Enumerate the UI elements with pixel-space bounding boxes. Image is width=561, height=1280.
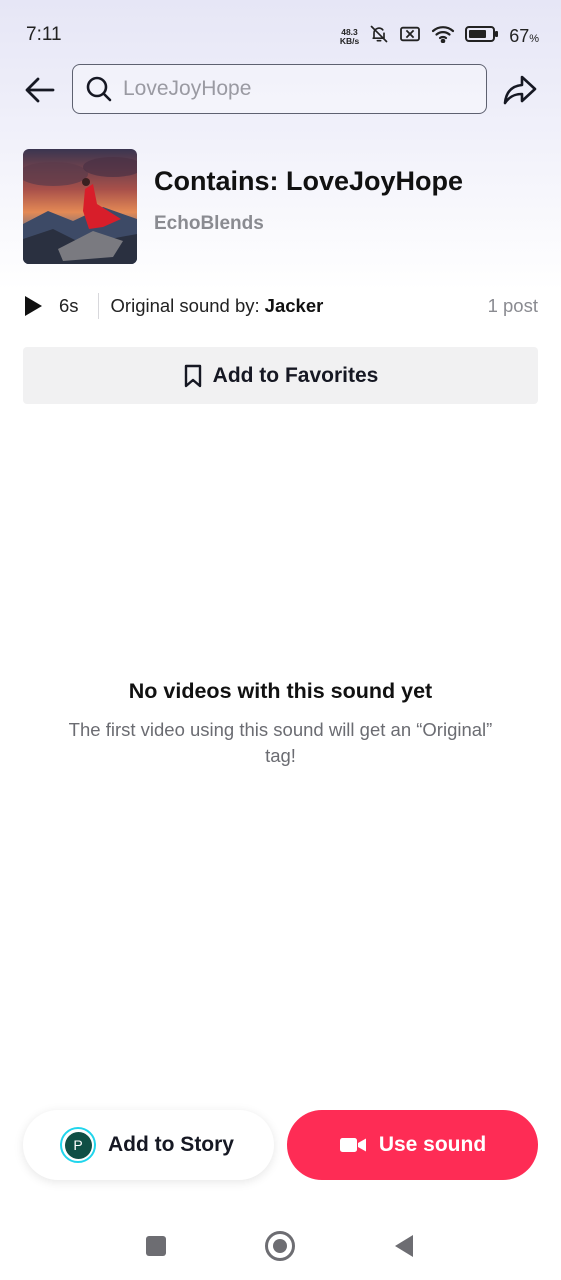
wifi-icon (431, 25, 455, 48)
sound-cover-image[interactable] (23, 149, 137, 264)
meta-divider (97, 293, 99, 319)
play-button[interactable] (23, 294, 47, 318)
arrow-left-icon (25, 77, 55, 103)
battery-percent-value: 67 (509, 26, 530, 46)
nav-home-button[interactable] (265, 1231, 295, 1261)
nav-back-button[interactable] (393, 1234, 415, 1258)
use-sound-button[interactable]: Use sound (287, 1110, 538, 1180)
triangle-back-icon (395, 1235, 413, 1257)
play-icon (25, 296, 42, 316)
share-arrow-icon (503, 75, 537, 105)
cover-artwork (23, 149, 137, 264)
sound-title: Contains: LoveJoyHope (154, 166, 464, 196)
sound-artist[interactable]: EchoBlends (154, 213, 264, 235)
video-camera-icon (339, 1138, 366, 1152)
bell-muted-icon (369, 24, 389, 49)
network-speed-unit: KB/s (339, 35, 360, 46)
empty-state-title: No videos with this sound yet (128, 679, 433, 703)
status-icons: 48.3 KB/s 67% (340, 24, 539, 49)
add-to-story-button[interactable]: P Add to Story (23, 1110, 274, 1180)
empty-state-description: The first video using this sound will ge… (68, 719, 493, 766)
home-dot-icon (273, 1239, 287, 1253)
use-sound-label: Use sound (378, 1133, 487, 1156)
avatar-letter: P (64, 1131, 92, 1159)
back-button[interactable] (22, 72, 58, 108)
sim-off-icon (399, 25, 421, 48)
share-button[interactable] (500, 70, 540, 110)
add-to-favorites-label: Add to Favorites (212, 363, 379, 387)
bookmark-icon (184, 364, 201, 387)
sound-meta-row: 6s Original sound by: Jacker 1 post (23, 292, 538, 320)
avatar: P (60, 1127, 96, 1163)
search-input[interactable] (123, 77, 463, 101)
add-to-favorites-button[interactable]: Add to Favorites (23, 347, 538, 404)
nav-recents-button[interactable] (146, 1236, 166, 1256)
original-sound-label: Original sound by: (110, 295, 260, 316)
add-to-story-label: Add to Story (108, 1133, 234, 1156)
battery-percent: 67% (509, 26, 539, 47)
battery-icon (465, 25, 499, 48)
original-sound-author[interactable]: Jacker (265, 295, 324, 317)
battery-percent-unit: % (529, 33, 539, 45)
network-speed: 48.3 KB/s (339, 27, 360, 46)
status-time: 7:11 (26, 24, 62, 45)
sound-duration: 6s (59, 295, 79, 316)
search-icon (86, 76, 112, 102)
post-count: 1 post (487, 295, 538, 316)
search-bar[interactable] (72, 64, 487, 114)
